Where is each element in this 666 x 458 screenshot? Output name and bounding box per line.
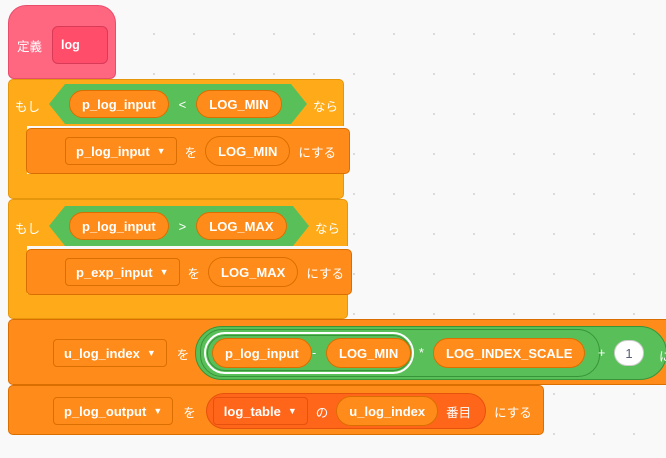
variable-dropdown[interactable]: p_log_input ▼	[65, 137, 177, 165]
chevron-down-icon: ▼	[159, 267, 169, 277]
variable-reporter[interactable]: u_log_index	[336, 396, 439, 426]
times-symbol: *	[419, 346, 424, 360]
set-variable-block[interactable]: p_log_output ▼ を log_table ▼ の u_log_index…	[8, 385, 544, 435]
of-label: の	[315, 405, 329, 420]
then-label: なら	[315, 222, 341, 236]
variable-dropdown[interactable]: u_log_index ▼	[53, 339, 167, 367]
list-dropdown[interactable]: log_table ▼	[212, 397, 308, 425]
variable-reporter[interactable]: LOG_MIN	[326, 338, 412, 368]
if-keyword: もし	[15, 222, 41, 236]
variable-reporter[interactable]: LOG_INDEX_SCALE	[433, 338, 586, 368]
item-label: 番目	[446, 405, 472, 420]
set-variable-block[interactable]: p_log_input ▼ を LOG_MIN にする	[26, 128, 350, 174]
variable-reporter[interactable]: LOG_MAX	[196, 212, 286, 240]
chevron-down-icon: ▼	[156, 146, 166, 156]
set-variable-block[interactable]: p_exp_input ▼ を LOG_MAX にする	[26, 249, 352, 295]
variable-reporter[interactable]: LOG_MIN	[196, 90, 281, 118]
variable-reporter[interactable]: p_log_input	[69, 90, 169, 118]
variable-dropdown[interactable]: p_log_output ▼	[53, 397, 174, 425]
define-name-slot[interactable]: log	[52, 26, 108, 64]
to-label: を	[184, 145, 198, 160]
less-than-operator[interactable]: p_log_input < LOG_MIN	[49, 84, 307, 124]
chevron-down-icon: ▼	[153, 406, 163, 416]
then-label: なら	[313, 100, 339, 114]
plus-symbol: +	[598, 346, 606, 360]
variable-reporter[interactable]: p_log_input	[69, 212, 169, 240]
variable-reporter[interactable]: LOG_MAX	[208, 257, 299, 287]
to-label: を	[183, 405, 196, 420]
suffix-label: にする	[298, 145, 336, 160]
if-keyword: もし	[15, 100, 41, 114]
define-block[interactable]: 定義 log	[8, 5, 116, 79]
chevron-down-icon: ▼	[146, 348, 156, 358]
variable-reporter[interactable]: p_log_input	[212, 338, 312, 368]
number-input[interactable]: 1	[614, 340, 644, 366]
list-item-reporter[interactable]: log_table ▼ の u_log_index 番目	[205, 393, 487, 429]
operator-symbol: >	[178, 218, 187, 234]
suffix-label: にする	[306, 266, 344, 281]
set-variable-block[interactable]: u_log_index ▼ を p_log_input - LOG_MIN * L…	[8, 319, 666, 385]
chevron-down-icon: ▼	[287, 406, 297, 416]
greater-than-operator[interactable]: p_log_input > LOG_MAX	[49, 206, 309, 246]
define-label: 定義	[17, 40, 43, 54]
variable-reporter[interactable]: LOG_MIN	[205, 136, 291, 166]
to-label: を	[187, 266, 201, 281]
minus-symbol: -	[312, 346, 317, 360]
define-name: log	[61, 38, 80, 52]
suffix-label: にする	[494, 405, 532, 420]
variable-dropdown[interactable]: p_exp_input ▼	[65, 258, 180, 286]
suffix-label: に	[659, 350, 666, 364]
to-label: を	[176, 347, 190, 362]
operator-symbol: <	[178, 96, 187, 112]
